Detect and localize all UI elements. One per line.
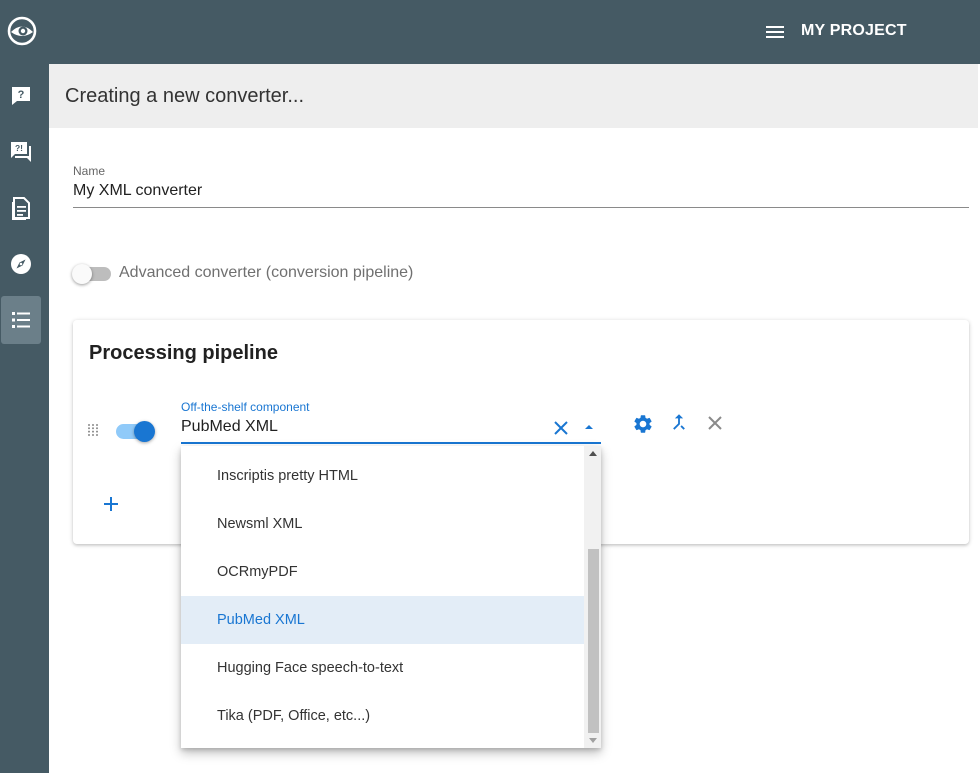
scrollbar-thumb[interactable]	[588, 549, 599, 733]
comment-alert-icon: ?!	[11, 142, 31, 162]
hamburger-icon[interactable]	[763, 20, 787, 44]
dropdown-option[interactable]: OCRmyPDF	[181, 548, 584, 596]
dropdown-option[interactable]: Newsml XML	[181, 500, 584, 548]
compass-icon	[11, 254, 31, 274]
help-message-icon: ?	[12, 87, 30, 105]
advanced-converter-label[interactable]: Advanced converter (conversion pipeline)	[119, 264, 413, 282]
step-enabled-switch-thumb[interactable]	[134, 421, 155, 442]
sidebar-item-annotations[interactable]: ?!	[1, 128, 41, 176]
add-icon[interactable]	[103, 496, 119, 512]
pipeline-title: Processing pipeline	[89, 342, 278, 364]
scroll-down-arrow-icon[interactable]	[589, 738, 597, 743]
component-field-label: Off-the-shelf component	[181, 400, 310, 414]
svg-text:?!: ?!	[15, 143, 23, 153]
list-icon	[12, 312, 30, 328]
component-select-underline	[181, 442, 601, 444]
page-title: Creating a new converter...	[65, 85, 305, 107]
sidebar-item-documents[interactable]	[1, 184, 41, 232]
eye-logo-icon[interactable]	[7, 16, 37, 46]
svg-text:?: ?	[18, 89, 25, 101]
clear-icon[interactable]	[552, 419, 570, 437]
sidebar-item-help[interactable]: ?	[1, 72, 41, 120]
name-field-underline	[73, 207, 969, 208]
name-field-label: Name	[73, 164, 106, 178]
dropdown-option[interactable]: Inscriptis pretty HTML	[181, 452, 584, 500]
left-sidebar: ? ?!	[0, 0, 49, 773]
top-app-bar: MY PROJECT	[49, 0, 980, 64]
sidebar-item-explore[interactable]	[1, 240, 41, 288]
drag-handle-icon[interactable]	[87, 423, 99, 437]
component-dropdown-menu: Inscriptis pretty HTML Newsml XML OCRmyP…	[181, 446, 601, 748]
dropdown-option[interactable]: Tika (PDF, Office, etc...)	[181, 692, 584, 740]
project-title[interactable]: MY PROJECT	[801, 22, 907, 40]
dropdown-option-selected[interactable]: PubMed XML	[181, 596, 584, 644]
dropdown-scrollbar[interactable]	[584, 446, 601, 748]
caret-up-icon[interactable]	[583, 423, 595, 431]
name-field[interactable]: My XML converter	[73, 182, 202, 200]
scroll-up-arrow-icon[interactable]	[589, 451, 597, 456]
close-icon[interactable]	[705, 413, 725, 433]
document-icon	[12, 197, 30, 220]
advanced-converter-switch-thumb[interactable]	[72, 264, 92, 284]
page-header: Creating a new converter...	[49, 64, 978, 128]
gear-icon[interactable]	[632, 413, 654, 435]
dropdown-option[interactable]: Hugging Face speech-to-text	[181, 644, 584, 692]
sidebar-item-settings-list[interactable]	[1, 296, 41, 344]
merge-icon[interactable]	[668, 411, 690, 433]
component-select[interactable]: PubMed XML	[181, 418, 278, 436]
